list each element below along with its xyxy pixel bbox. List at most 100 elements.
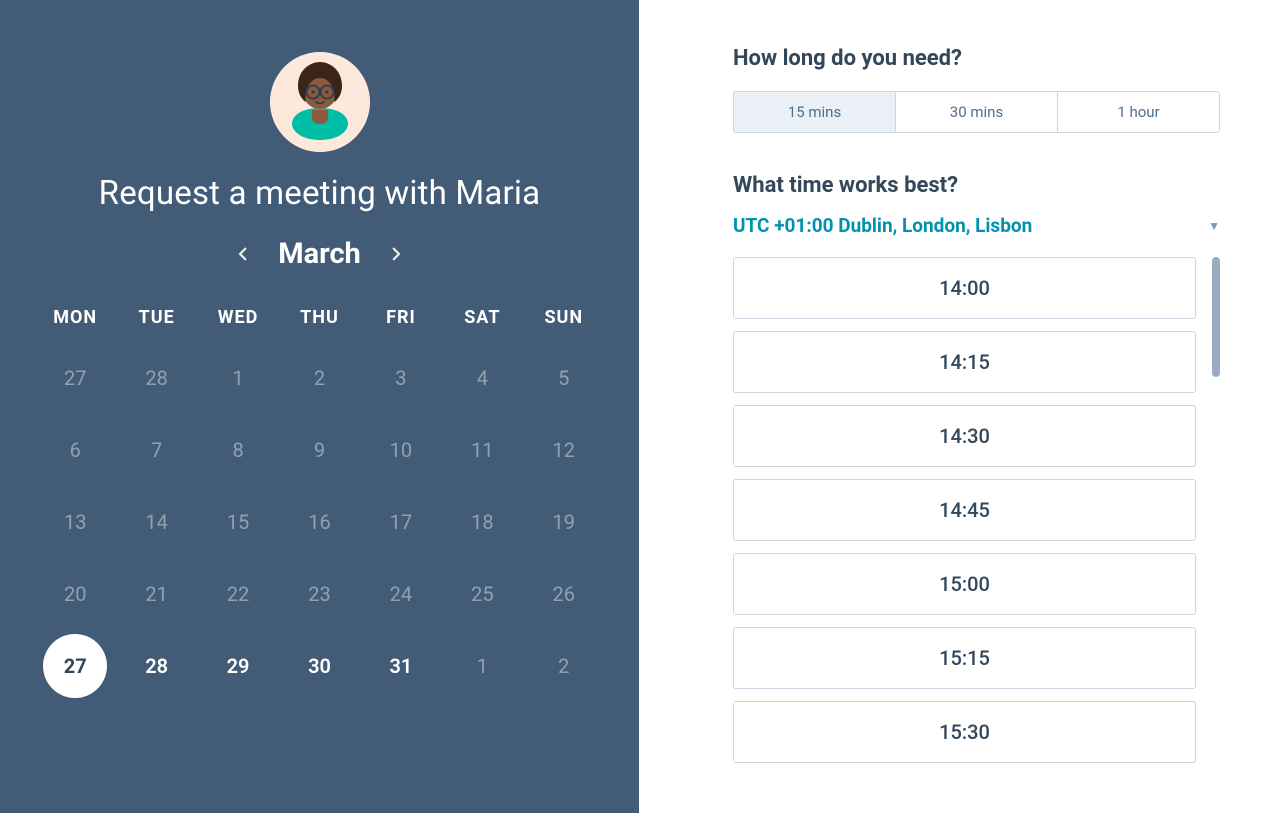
calendar-day[interactable]: 27 <box>35 356 116 400</box>
time-panel: How long do you need? 15 mins30 mins1 ho… <box>639 0 1280 813</box>
calendar-day[interactable]: 27 <box>35 644 116 688</box>
calendar-day[interactable]: 20 <box>35 572 116 616</box>
day-number: 27 <box>64 654 87 678</box>
calendar-day[interactable]: 11 <box>442 428 523 472</box>
meeting-scheduler: Request a meeting with Maria March MON T… <box>0 0 1280 813</box>
duration-option[interactable]: 1 hour <box>1057 92 1219 132</box>
calendar-day[interactable]: 29 <box>197 644 278 688</box>
day-number: 10 <box>390 438 412 462</box>
weekday-label: FRI <box>360 307 441 328</box>
calendar-day[interactable]: 22 <box>197 572 278 616</box>
calendar-week: 20 21 22 23 24 25 26 <box>35 572 605 616</box>
calendar-day[interactable]: 30 <box>279 644 360 688</box>
calendar-day[interactable]: 23 <box>279 572 360 616</box>
time-slot[interactable]: 14:00 <box>733 257 1196 319</box>
weekday-label: SAT <box>442 307 523 328</box>
calendar-day[interactable]: 13 <box>35 500 116 544</box>
time-slot[interactable]: 14:15 <box>733 331 1196 393</box>
day-number: 13 <box>64 510 86 534</box>
calendar-day[interactable]: 17 <box>360 500 441 544</box>
weekday-label: SUN <box>523 307 604 328</box>
day-number: 3 <box>395 366 406 390</box>
calendar-day[interactable]: 5 <box>523 356 604 400</box>
day-number: 2 <box>558 654 569 678</box>
calendar-day[interactable]: 9 <box>279 428 360 472</box>
day-number: 31 <box>389 654 412 678</box>
calendar-day[interactable]: 8 <box>197 428 278 472</box>
day-number: 7 <box>151 438 162 462</box>
calendar-day[interactable]: 26 <box>523 572 604 616</box>
day-number: 15 <box>227 510 249 534</box>
time-slots-list: 14:00 14:15 14:30 14:45 15:00 15:15 15:30 <box>733 257 1198 813</box>
day-number: 18 <box>471 510 493 534</box>
duration-selector: 15 mins30 mins1 hour <box>733 91 1220 133</box>
weekday-label: TUE <box>116 307 197 328</box>
calendar-day[interactable]: 3 <box>360 356 441 400</box>
calendar-day[interactable]: 31 <box>360 644 441 688</box>
duration-heading: How long do you need? <box>733 46 1220 71</box>
calendar-day[interactable]: 6 <box>35 428 116 472</box>
calendar-day[interactable]: 16 <box>279 500 360 544</box>
calendar-day[interactable]: 1 <box>197 356 278 400</box>
day-number: 6 <box>70 438 81 462</box>
calendar-day[interactable]: 2 <box>279 356 360 400</box>
calendar-day[interactable]: 1 <box>442 644 523 688</box>
scroll-thumb[interactable] <box>1212 257 1220 377</box>
calendar-day[interactable]: 25 <box>442 572 523 616</box>
day-number: 8 <box>232 438 243 462</box>
time-slot[interactable]: 15:15 <box>733 627 1196 689</box>
calendar-day[interactable]: 19 <box>523 500 604 544</box>
calendar-day[interactable]: 28 <box>116 356 197 400</box>
chevron-right-icon <box>387 245 405 263</box>
next-month-button[interactable] <box>387 245 405 263</box>
day-number: 17 <box>390 510 412 534</box>
duration-option[interactable]: 30 mins <box>895 92 1057 132</box>
calendar-day[interactable]: 2 <box>523 644 604 688</box>
day-number: 28 <box>145 654 168 678</box>
day-number: 9 <box>314 438 325 462</box>
weekday-header: MON TUE WED THU FRI SAT SUN <box>35 307 605 328</box>
day-number: 14 <box>145 510 167 534</box>
calendar-day[interactable]: 21 <box>116 572 197 616</box>
timezone-selector[interactable]: UTC +01:00 Dublin, London, Lisbon ▼ <box>733 214 1220 237</box>
calendar-day[interactable]: 7 <box>116 428 197 472</box>
time-heading: What time works best? <box>733 173 1220 198</box>
day-number: 21 <box>145 582 167 606</box>
day-number: 27 <box>64 366 86 390</box>
calendar-day[interactable]: 4 <box>442 356 523 400</box>
prev-month-button[interactable] <box>234 245 252 263</box>
day-number: 5 <box>558 366 569 390</box>
page-title: Request a meeting with Maria <box>99 174 541 213</box>
day-number: 4 <box>477 366 488 390</box>
chevron-left-icon <box>234 245 252 263</box>
calendar-day[interactable]: 14 <box>116 500 197 544</box>
month-navigator: March <box>234 237 405 271</box>
calendar-day[interactable]: 18 <box>442 500 523 544</box>
day-number: 30 <box>308 654 331 678</box>
day-number: 1 <box>232 366 243 390</box>
day-number: 25 <box>471 582 493 606</box>
calendar-panel: Request a meeting with Maria March MON T… <box>0 0 639 813</box>
time-slot[interactable]: 14:45 <box>733 479 1196 541</box>
day-number: 12 <box>553 438 575 462</box>
day-number: 23 <box>308 582 330 606</box>
time-slot[interactable]: 15:30 <box>733 701 1196 763</box>
day-number: 16 <box>308 510 330 534</box>
calendar-week: 13 14 15 16 17 18 19 <box>35 500 605 544</box>
calendar-day[interactable]: 15 <box>197 500 278 544</box>
time-slot[interactable]: 14:30 <box>733 405 1196 467</box>
scrollbar[interactable] <box>1212 257 1220 813</box>
time-slot[interactable]: 15:00 <box>733 553 1196 615</box>
duration-option[interactable]: 15 mins <box>734 92 895 132</box>
calendar-day[interactable]: 12 <box>523 428 604 472</box>
calendar-day[interactable]: 10 <box>360 428 441 472</box>
weekday-label: MON <box>35 307 116 328</box>
month-label: March <box>278 237 361 271</box>
calendar-day[interactable]: 24 <box>360 572 441 616</box>
calendar-day[interactable]: 28 <box>116 644 197 688</box>
weekday-label: WED <box>197 307 278 328</box>
day-number: 2 <box>314 366 325 390</box>
time-slots-container: 14:00 14:15 14:30 14:45 15:00 15:15 15:30 <box>733 257 1220 813</box>
calendar-week: 6 7 8 9 10 11 12 <box>35 428 605 472</box>
day-number: 29 <box>227 654 250 678</box>
